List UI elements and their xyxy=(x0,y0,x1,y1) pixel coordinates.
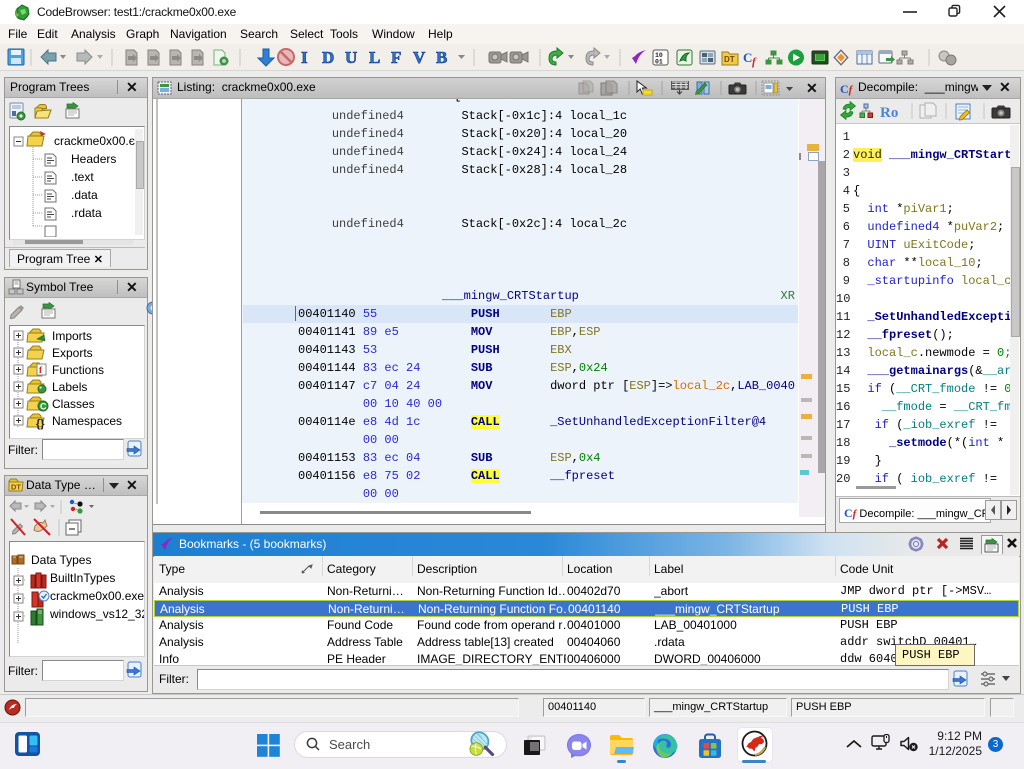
svg-text:V: V xyxy=(413,48,426,67)
svg-text:L: L xyxy=(369,48,380,67)
svg-text:D: D xyxy=(322,48,334,67)
svg-text:{}: {} xyxy=(36,418,45,430)
svg-text:DT: DT xyxy=(724,55,735,64)
svg-text:Ro: Ro xyxy=(880,105,898,121)
svg-text:I: I xyxy=(301,48,308,67)
svg-text:DT: DT xyxy=(11,483,21,492)
svg-text:C: C xyxy=(743,50,752,65)
svg-text:B: B xyxy=(436,48,447,67)
svg-text:f: f xyxy=(752,56,757,68)
svg-text:01: 01 xyxy=(655,59,663,66)
svg-text:F: F xyxy=(391,48,401,67)
svg-text:C: C xyxy=(40,402,47,412)
svg-text:U: U xyxy=(345,48,357,67)
